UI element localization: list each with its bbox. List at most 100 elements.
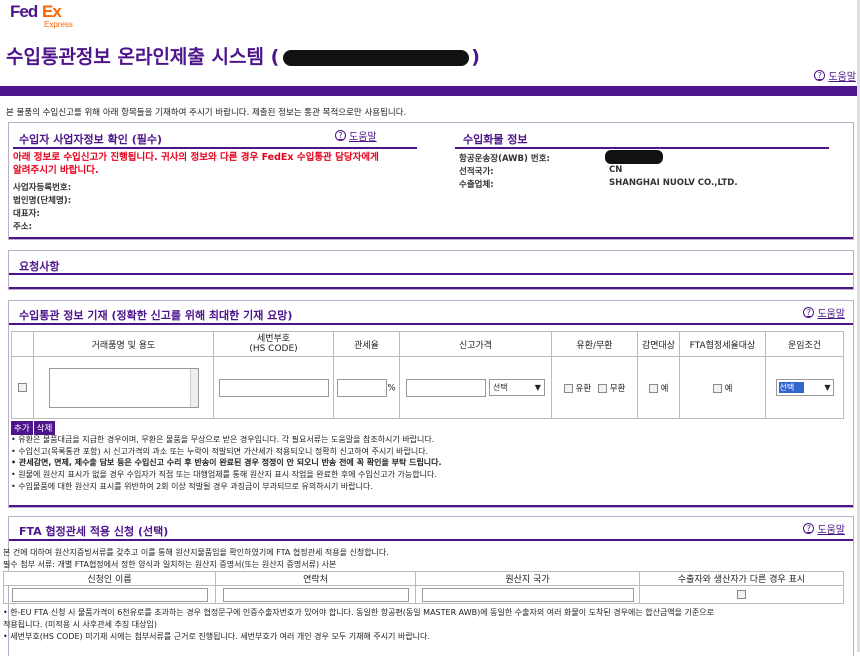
header-tariff-rate: 관세율 bbox=[333, 331, 400, 357]
field-exporter: 수출업체: bbox=[459, 180, 494, 190]
paid-label: 유환 bbox=[575, 383, 592, 394]
question-icon: ? bbox=[814, 70, 826, 81]
customs-table: 거래품명 및 용도 세번부호 (HS CODE) 관세율 신고가격 유환/무환 … bbox=[11, 331, 844, 419]
customs-section: 수입통관 정보 기재 (정확한 신고를 위해 최대한 기재 요망) ? 도움말 거… bbox=[8, 300, 854, 508]
page-title: 수입통관정보 온라인제출 시스템 () bbox=[6, 42, 480, 69]
header-hs-code: 세번부호 (HS CODE) bbox=[213, 331, 334, 357]
fta-table: 신청인 이름 연락처 원산지 국가 수출자와 생산자가 다른 경우 표시 bbox=[3, 571, 844, 604]
header-fta-rate: FTA협정세율대상 bbox=[679, 331, 766, 357]
requests-section: 요청사항 bbox=[8, 250, 854, 290]
list-item: • 유환은 물품대금을 지급한 경우이며, 무환은 물품을 무상으로 받은 경우… bbox=[11, 435, 435, 444]
value-ship-country: CN bbox=[609, 165, 623, 175]
question-icon: ? bbox=[803, 523, 815, 534]
help-link-fta[interactable]: ? 도움말 bbox=[803, 521, 845, 536]
freight-select[interactable]: 선택 ▼ bbox=[775, 379, 834, 396]
header-declared-price: 신고가격 bbox=[399, 331, 552, 357]
list-item: • 수입물품에 대한 원산지 표시를 위반하여 2회 이상 적발될 경우 과징금… bbox=[11, 481, 373, 491]
fta-yes-label: 예 bbox=[724, 383, 733, 394]
logo-express: Express bbox=[44, 20, 73, 29]
field-representative: 대표자: bbox=[13, 209, 40, 219]
help-link-importer[interactable]: ? 도움말 bbox=[335, 128, 377, 143]
list-item: • 한-EU FTA 신청 시 물품가격이 6천유로를 초과하는 경우 협정문구… bbox=[3, 608, 715, 617]
list-item: 적용됩니다. (미적용 시 사후관세 추징 대상임) bbox=[3, 620, 157, 629]
help-label: 도움말 bbox=[828, 72, 856, 83]
field-business-number: 사업자등록번호: bbox=[13, 183, 72, 193]
contact-input[interactable] bbox=[222, 587, 409, 602]
requests-bottom-line bbox=[9, 287, 853, 289]
header-paid-free: 유환/무환 bbox=[551, 331, 638, 357]
help-label: 도움말 bbox=[349, 132, 377, 143]
list-item: • 관세감면, 면제, 제수출 담보 등은 수입신고 수리 후 반송이 완료된 … bbox=[11, 458, 442, 468]
currency-select[interactable]: 선택 ▼ bbox=[488, 379, 545, 396]
fta-underline bbox=[9, 539, 853, 541]
field-address: 주소: bbox=[13, 222, 33, 232]
help-label: 도움말 bbox=[817, 309, 845, 320]
fta-notes: • 한-EU FTA 신청 시 물품가격이 6천유로를 초과하는 경우 협정문구… bbox=[3, 607, 714, 643]
header-bar bbox=[0, 86, 860, 96]
field-company-name: 법인명(단체명): bbox=[13, 196, 72, 206]
chevron-down-icon: ▼ bbox=[824, 383, 831, 392]
item-name-textarea[interactable] bbox=[48, 367, 199, 408]
fta-section: FTA 협정관세 적용 신청 (선택) ? 도움말 본 건에 대하여 원산지증빙서… bbox=[3, 516, 854, 656]
help-link-customs[interactable]: ? 도움말 bbox=[803, 305, 845, 320]
page-title-close: ) bbox=[471, 46, 480, 68]
customs-table-wrap: 거래품명 및 용도 세번부호 (HS CODE) 관세율 신고가격 유환/무환 … bbox=[11, 331, 844, 419]
list-item: • 원물에 원산지 표시가 없을 경우 수입자가 직접 또는 대행업체를 통해 … bbox=[11, 470, 437, 480]
fedex-logo: Fed Ex Express bbox=[10, 2, 80, 30]
question-icon: ? bbox=[803, 307, 815, 318]
price-input[interactable] bbox=[406, 378, 487, 397]
list-item: • 수입신고(목록통관 포함) 시 신고가격의 과소 또는 누락이 적발되면 가… bbox=[11, 446, 429, 456]
cargo-underline bbox=[455, 147, 829, 149]
fta-desc-2: 필수 첨부 서류: 개별 FTA협정에서 정한 양식과 일치하는 원산지 증명서… bbox=[3, 559, 337, 569]
importer-warning: 아래 정보로 수입신고가 진행됩니다. 귀사의 정보와 다른 경우 FedEx … bbox=[13, 152, 379, 176]
reduction-yes-label: 예 bbox=[660, 383, 669, 394]
header-contact: 연락처 bbox=[215, 571, 416, 586]
fta-table-wrap: 신청인 이름 연락처 원산지 국가 수출자와 생산자가 다른 경우 표시 bbox=[3, 571, 844, 604]
help-link-top[interactable]: ? 도움말 bbox=[814, 68, 856, 83]
importer-cargo-section: 수입자 사업자정보 확인 (필수) ? 도움말 아래 정보로 수입신고가 진행됩니… bbox=[8, 122, 854, 240]
percent-label: % bbox=[387, 383, 396, 393]
cargo-title: 수입화물 정보 bbox=[463, 133, 528, 146]
logo-ex: Ex bbox=[42, 2, 62, 21]
applicant-name-input[interactable] bbox=[11, 587, 208, 602]
importer-title: 수입자 사업자정보 확인 (필수) bbox=[19, 133, 162, 146]
chevron-down-icon: ▼ bbox=[534, 383, 541, 392]
field-ship-country: 선적국가: bbox=[459, 167, 494, 177]
fta-header-row: 신청인 이름 연락처 원산지 국가 수출자와 생산자가 다른 경우 표시 bbox=[3, 571, 844, 586]
intro-text: 본 물품의 수입신고를 위해 아래 항목들을 기재하여 주시기 바랍니다. 제출… bbox=[6, 108, 407, 118]
row-buttons: 추가 삭제 bbox=[11, 421, 56, 435]
customs-notes: • 유환은 물품대금을 지급한 경우이며, 무환은 물품을 무상으로 받은 경우… bbox=[11, 434, 442, 493]
row-checkbox[interactable] bbox=[18, 382, 27, 392]
add-row-button[interactable]: 추가 bbox=[11, 421, 33, 435]
free-label: 무환 bbox=[609, 383, 626, 394]
customs-bottom-line bbox=[9, 505, 853, 507]
header-reduction: 감면대상 bbox=[637, 331, 680, 357]
header-item-name: 거래품명 및 용도 bbox=[33, 331, 214, 357]
header-origin-country: 원산지 국가 bbox=[415, 571, 640, 586]
origin-country-input[interactable] bbox=[421, 587, 634, 602]
list-item: • 세번부호(HS CODE) 미기재 시에는 첨부서류를 근거로 진행됩니다.… bbox=[3, 632, 430, 641]
logo-fed: Fed bbox=[10, 2, 38, 21]
header-applicant-name: 신청인 이름 bbox=[3, 571, 216, 586]
fta-checkbox[interactable] bbox=[712, 383, 722, 393]
fta-title: FTA 협정관세 적용 신청 (선택) bbox=[19, 525, 169, 538]
requests-underline bbox=[9, 273, 853, 275]
importer-underline bbox=[13, 147, 417, 149]
free-checkbox[interactable] bbox=[597, 383, 607, 393]
fta-description: 본 건에 대하여 원산지증빙서류를 갖추고 이를 통해 원산지물품임을 확인하였… bbox=[3, 547, 389, 570]
customs-header-row: 거래품명 및 용도 세번부호 (HS CODE) 관세율 신고가격 유환/무환 … bbox=[11, 331, 844, 357]
value-exporter: SHANGHAI NUOLV CO.,LTD. bbox=[609, 178, 738, 188]
customs-underline bbox=[9, 323, 853, 325]
tariff-rate-input[interactable] bbox=[337, 378, 388, 397]
table-row: % 선택 ▼ 유환 무환 예 예 선택 ▼ bbox=[11, 356, 844, 419]
header-exporter-producer: 수출자와 생산자가 다른 경우 표시 bbox=[639, 571, 844, 586]
exporter-producer-checkbox[interactable] bbox=[737, 589, 746, 599]
page-title-text: 수입통관정보 온라인제출 시스템 ( bbox=[6, 46, 280, 68]
paid-checkbox[interactable] bbox=[563, 383, 573, 393]
delete-row-button[interactable]: 삭제 bbox=[33, 421, 56, 435]
redacted-block bbox=[283, 49, 470, 66]
field-awb: 항공운송장(AWB) 번호: bbox=[459, 154, 550, 164]
customs-title: 수입통관 정보 기재 (정확한 신고를 위해 최대한 기재 요망) bbox=[19, 309, 293, 322]
reduction-checkbox[interactable] bbox=[648, 383, 658, 393]
hs-code-input[interactable] bbox=[218, 378, 329, 397]
